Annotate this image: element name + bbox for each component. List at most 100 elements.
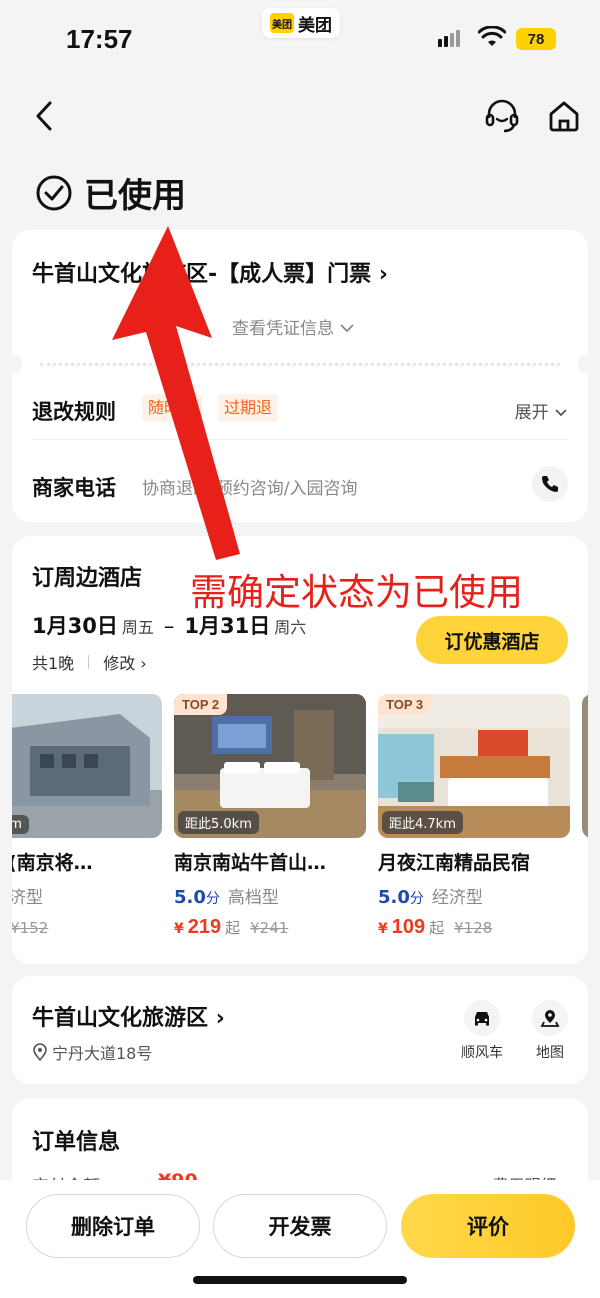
ticket-notch bbox=[578, 354, 598, 374]
checkin-date: 1月30日 bbox=[32, 614, 118, 638]
ticket-title-link[interactable]: 牛首山文化旅游区-【成人票】门票 › bbox=[32, 256, 388, 288]
refund-tag-expired: 过期退 bbox=[218, 394, 279, 422]
chevron-right-icon: › bbox=[215, 1006, 225, 1031]
cellular-signal-icon bbox=[438, 30, 460, 47]
view-voucher-label: 查看凭证信息 bbox=[232, 319, 334, 339]
ticket-divider bbox=[2, 354, 598, 374]
hotel-item[interactable]: 1 5.4km 酒店(南京将… 分 经济型 3 起 ¥152 bbox=[12, 694, 162, 939]
back-button[interactable] bbox=[28, 98, 60, 134]
dotted-divider bbox=[40, 363, 560, 366]
distance-tag: 距此5.0km bbox=[178, 811, 259, 834]
scenic-address: 宁丹大道18号 bbox=[32, 1040, 152, 1064]
hotel-price-row: ¥ 219 起 ¥241 bbox=[174, 916, 366, 939]
customer-service-button[interactable] bbox=[482, 96, 522, 136]
divider bbox=[88, 655, 90, 669]
hotel-photo: 1 5.4km bbox=[12, 694, 162, 838]
hotel-photo: TOP 2 距此5.0km bbox=[174, 694, 366, 838]
call-button[interactable] bbox=[532, 466, 568, 502]
score-unit: 分 bbox=[205, 891, 220, 907]
chevron-right-icon: › bbox=[135, 654, 147, 673]
app-indicator: 美团 美团 bbox=[262, 8, 340, 38]
refund-tag-anytime: 随时退 bbox=[142, 394, 203, 422]
delete-order-button[interactable]: 删除订单 bbox=[26, 1194, 200, 1258]
invoice-button[interactable]: 开发票 bbox=[213, 1194, 387, 1258]
ride-share-button[interactable]: 顺风车 bbox=[452, 1000, 512, 1062]
hotel-carousel[interactable]: 1 5.4km 酒店(南京将… 分 经济型 3 起 ¥152 bbox=[12, 694, 588, 950]
expand-button[interactable]: 展开 bbox=[515, 398, 568, 423]
check-circle-icon bbox=[36, 175, 72, 210]
chevron-down-icon bbox=[340, 324, 355, 333]
map-button[interactable]: 地图 bbox=[520, 1000, 580, 1062]
modify-dates-link[interactable]: 修改 › bbox=[103, 650, 147, 674]
hotel-score: 5.0分 bbox=[174, 887, 220, 908]
rank-tag: TOP 3 bbox=[378, 694, 432, 715]
refund-rules-row[interactable]: 退改规则 随时退 过期退 展开 bbox=[32, 390, 568, 440]
top-nav bbox=[0, 88, 600, 144]
price-suffix: 起 bbox=[429, 919, 445, 937]
book-hotel-button[interactable]: 订优惠酒店 bbox=[416, 616, 568, 664]
hotel-item[interactable]: TOP 3 距此4.7km 月夜江南精品民宿 5.0分 经济型 ¥ 109 起 … bbox=[378, 694, 570, 939]
hotel-section-title: 订周边酒店 bbox=[32, 566, 143, 591]
merchant-phone-label: 商家电话 bbox=[32, 476, 116, 500]
hotel-score-row: 5.0分 高档型 bbox=[174, 883, 366, 908]
hotel-item[interactable]: TOP 2 距此5.0km 南京南站牛首山… 5.0分 高档型 ¥ 219 起 … bbox=[174, 694, 366, 939]
original-price: ¥241 bbox=[250, 919, 289, 937]
original-price: ¥152 bbox=[12, 919, 49, 937]
ticket-card: 牛首山文化旅游区-【成人票】门票 › 查看凭证信息 退改规则 随时退 过期退 展… bbox=[2, 230, 598, 522]
hotel-level: 经济型 bbox=[431, 888, 483, 908]
merchant-phone-desc: 协商退改/预约咨询/入园咨询 bbox=[142, 479, 358, 499]
battery-level: 78 bbox=[516, 28, 556, 50]
meituan-logo-icon: 美团 bbox=[270, 13, 294, 33]
status-bar: 17:57 美团 美团 78 bbox=[0, 0, 600, 80]
home-indicator bbox=[193, 1276, 407, 1284]
car-icon bbox=[464, 1000, 500, 1036]
app-name: 美团 bbox=[298, 15, 332, 36]
hotel-level: 经济型 bbox=[12, 888, 43, 908]
hotel-price: 219 bbox=[187, 916, 222, 938]
headset-icon bbox=[485, 99, 519, 133]
scenic-name: 牛首山文化旅游区 bbox=[32, 1006, 209, 1031]
view-voucher-button[interactable]: 查看凭证信息 bbox=[232, 314, 355, 339]
hotel-score-row: 分 经济型 bbox=[12, 883, 162, 908]
home-icon bbox=[549, 101, 579, 132]
hotel-level: 高档型 bbox=[227, 888, 279, 908]
hotel-name: 南京南站牛首山… bbox=[174, 852, 327, 874]
scenic-spot-card: 牛首山文化旅游区 › 宁丹大道18号 顺风车 地图 bbox=[12, 976, 588, 1084]
home-button[interactable] bbox=[544, 96, 584, 136]
modify-label: 修改 bbox=[103, 654, 136, 673]
hotel-photo: TOP 3 距此4.7km bbox=[378, 694, 570, 838]
scenic-name-link[interactable]: 牛首山文化旅游区 › bbox=[32, 1000, 225, 1032]
hotel-name: 月夜江南精品民宿 bbox=[378, 852, 531, 874]
ticket-notch bbox=[2, 354, 22, 374]
bottom-action-bar: 删除订单 开发票 评价 bbox=[0, 1180, 600, 1298]
hotel-name: 酒店(南京将… bbox=[12, 852, 93, 874]
price-suffix: 起 bbox=[225, 919, 241, 937]
nights-count: 共1晚 bbox=[32, 654, 75, 673]
hotel-score: 5.0分 bbox=[378, 887, 424, 908]
hotel-price-row: ¥ 109 起 ¥128 bbox=[378, 916, 570, 939]
hotel-price: 109 bbox=[391, 916, 426, 938]
chevron-down-icon bbox=[555, 409, 567, 417]
rank-tag: TOP 2 bbox=[174, 694, 228, 715]
checkin-weekday: 周五 bbox=[121, 618, 154, 637]
distance-tag: 距此4.7km bbox=[382, 811, 463, 834]
phone-icon bbox=[542, 476, 558, 492]
wifi-icon bbox=[477, 25, 507, 52]
review-button[interactable]: 评价 bbox=[401, 1194, 575, 1258]
nights-row: 共1晚 修改 › bbox=[32, 650, 147, 674]
original-price: ¥128 bbox=[454, 919, 493, 937]
date-dash: – bbox=[163, 614, 175, 638]
score-value: 5.0 bbox=[378, 887, 410, 908]
chevron-right-icon: › bbox=[378, 262, 388, 287]
order-info-title: 订单信息 bbox=[32, 1130, 121, 1155]
merchant-phone-row: 商家电话 协商退改/预约咨询/入园咨询 bbox=[32, 466, 568, 506]
expand-label: 展开 bbox=[514, 403, 549, 423]
currency-symbol: ¥ bbox=[378, 921, 388, 937]
refund-rules-label: 退改规则 bbox=[32, 400, 116, 424]
hotel-building-image bbox=[12, 694, 162, 838]
order-status: 已使用 bbox=[34, 168, 186, 217]
hotel-item[interactable] bbox=[582, 694, 588, 838]
hotel-score-row: 5.0分 经济型 bbox=[378, 883, 570, 908]
map-pin-icon bbox=[532, 1000, 568, 1036]
ticket-title: 牛首山文化旅游区-【成人票】门票 bbox=[32, 262, 372, 287]
